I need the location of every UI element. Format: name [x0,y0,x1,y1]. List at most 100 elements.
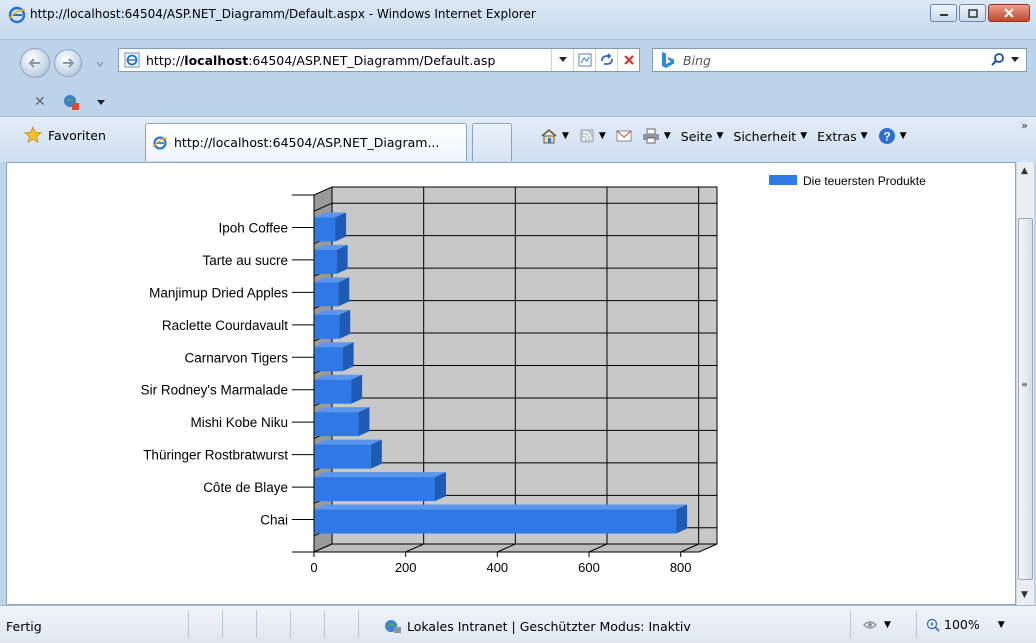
minimize-button[interactable] [930,4,957,22]
protected-mode-button[interactable]: ▼ [862,618,891,632]
chevron-down-icon[interactable]: ▼ [562,131,569,141]
status-divider [222,610,223,638]
search-box[interactable]: Bing [652,48,1027,72]
status-divider [290,610,291,638]
command-bar: ▼ ▼ ▼ Seite ▼ Sicherheit ▼ Extras ▼ ? ▼ [540,127,906,145]
y-tick-label: Ipoh Coffee [218,220,288,235]
bar-side-face [351,374,363,404]
compatibility-icon [578,53,591,67]
close-toolbar-icon[interactable]: ✕ [34,94,46,110]
y-tick-label: Côte de Blaye [203,480,288,495]
bar-side-face [339,309,351,339]
vertical-scrollbar[interactable]: ▲ ≡ ▼ [1016,162,1034,605]
mail-button[interactable] [616,129,632,143]
page-menu[interactable]: Seite ▼ [681,129,724,144]
bar-side-face [370,439,382,469]
bar [314,379,352,404]
home-button[interactable]: ▼ [540,128,569,144]
security-zone[interactable]: Lokales Intranet | Geschützter Modus: In… [384,618,691,634]
legend-label: Die teuersten Produkte [803,174,926,188]
chevron-down-icon: ▼ [860,131,868,141]
help-button[interactable]: ? ▼ [878,127,907,145]
safety-menu[interactable]: Sicherheit ▼ [733,129,807,144]
bar-side-face [335,212,347,242]
zoom-level: 100% [944,617,980,632]
window-title: http://localhost:64504/ASP.NET_Diagramm/… [30,7,536,21]
stop-button[interactable] [617,49,639,71]
search-placeholder: Bing [683,52,711,68]
chevron-down-icon[interactable] [96,99,106,107]
ie-page-icon [152,136,168,149]
scroll-down-icon[interactable]: ▼ [1021,590,1028,600]
compatibility-view-button[interactable] [573,49,595,71]
forward-icon [63,58,75,68]
y-tick-label: Sir Rodney's Marmalade [141,383,288,398]
bar [314,412,359,437]
tab-default-aspx[interactable]: http://localhost:64504/ASP.NET_Diagram..… [145,123,467,161]
x-tick-label: 0 [310,560,317,575]
status-divider [324,610,325,638]
feeds-icon [579,129,594,143]
bar-side-face [676,504,688,534]
print-icon [642,128,659,144]
maximize-button[interactable] [959,4,986,22]
security-zone-label: Lokales Intranet | Geschützter Modus: In… [407,618,691,634]
bar-side-face [435,472,446,502]
chevron-down-icon[interactable]: ▼ [599,131,606,141]
forward-button[interactable] [54,49,82,77]
x-tick-label: 800 [670,560,692,575]
address-bar[interactable]: http://localhost:64504/ASP.NET_Diagramm/… [118,48,640,72]
search-options-chevron-icon[interactable] [1010,56,1020,64]
tools-menu-label: Extras [817,128,857,144]
intranet-icon [385,620,401,633]
scroll-up-icon[interactable]: ▲ [1021,166,1028,176]
mail-icon [616,130,632,142]
address-url[interactable]: http://localhost:64504/ASP.NET_Diagramm/… [146,53,551,68]
ie-logo-icon [8,6,26,24]
page-menu-label: Seite [680,128,713,144]
bar-chart: 0 200 400 600 800 Ipoh Coffee Tarte au sucre Ma… [141,174,926,575]
window-controls [930,4,1030,22]
close-button[interactable] [988,4,1030,22]
addon-toolbar: ✕ [0,88,1036,116]
close-icon [1004,8,1014,18]
y-tick-label: Raclette Courdavault [162,318,288,333]
chevron-down-icon: ▼ [800,131,808,141]
tab-title: http://localhost:64504/ASP.NET_Diagram..… [174,135,440,150]
bar [314,509,677,534]
address-dropdown-button[interactable] [551,49,573,71]
legend-swatch [769,175,797,185]
refresh-icon [600,53,613,65]
page-content: 0 200 400 600 800 Ipoh Coffee Tarte au sucre Ma… [6,162,1016,605]
chevron-down-icon [558,57,567,62]
bar-side-face [342,342,354,372]
new-tab-button[interactable] [472,123,512,161]
bar [314,249,337,274]
stop-icon [623,55,634,65]
more-commands-icon[interactable]: » [1021,119,1028,132]
tools-menu[interactable]: Extras ▼ [817,129,867,144]
chevron-down-icon[interactable]: ▼ [884,620,891,630]
chevron-down-icon[interactable]: ▼ [998,620,1005,630]
chevron-down-icon[interactable]: ▼ [664,131,671,141]
chevron-down-icon[interactable]: ▼ [900,131,907,141]
print-button[interactable]: ▼ [642,128,671,144]
refresh-button[interactable] [595,49,617,71]
page-icon [124,52,140,68]
favorites-button[interactable]: Favoriten [24,126,106,144]
scroll-thumb[interactable] [1018,218,1033,580]
back-button[interactable] [20,48,50,78]
status-divider [256,610,257,638]
status-text: Fertig [6,619,42,634]
zoom-icon [926,618,940,632]
bar [314,444,371,469]
search-icon[interactable] [990,52,1006,68]
addon-icon[interactable] [62,93,80,111]
zoom-control[interactable]: 100% ▼ [926,617,1005,632]
bar-side-face [358,407,370,437]
bar-side-face [338,277,350,307]
feeds-button[interactable]: ▼ [579,128,606,144]
recent-pages-chevron-icon[interactable] [94,58,106,70]
protected-mode-icon [863,621,877,629]
y-tick-label: Mishi Kobe Niku [190,415,288,430]
